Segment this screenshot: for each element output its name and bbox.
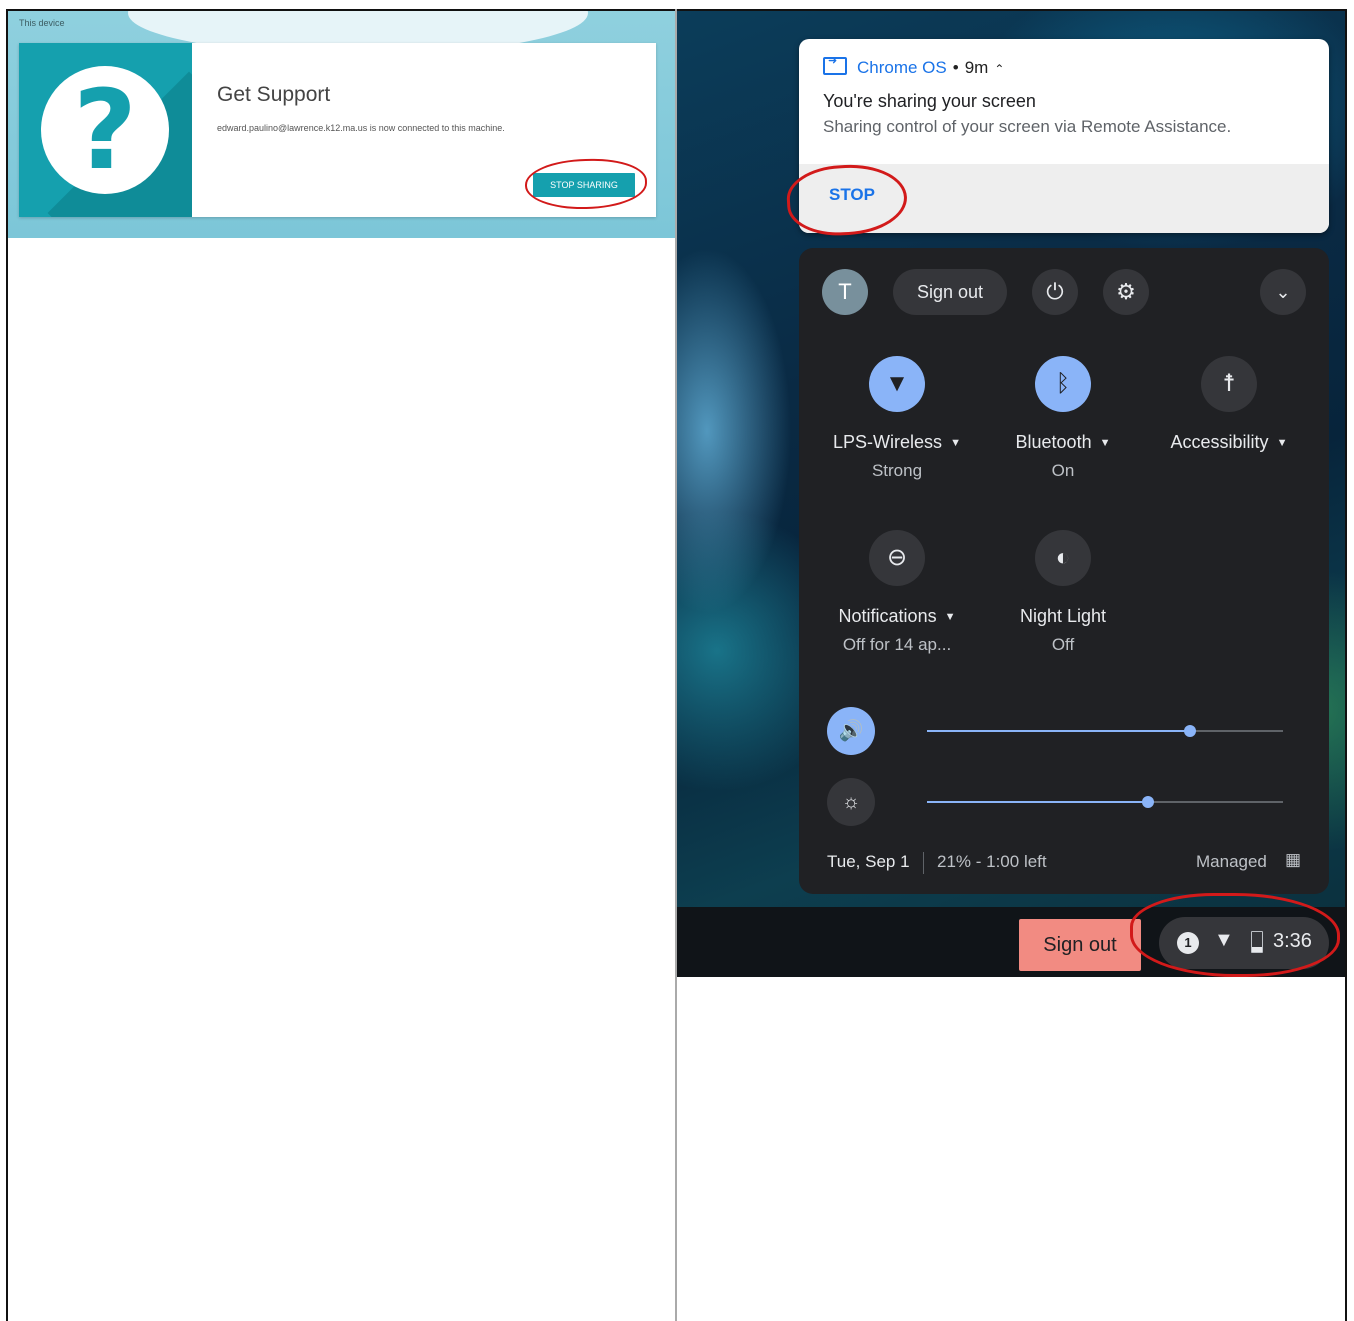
wifi-label: LPS-Wireless bbox=[833, 432, 943, 452]
notification-body: Sharing control of your screen via Remot… bbox=[823, 117, 1232, 136]
notification-title: You're sharing your screen bbox=[823, 91, 1036, 111]
enterprise-building-icon[interactable]: ▦ bbox=[1285, 850, 1301, 870]
bluetooth-icon[interactable]: ᛒ bbox=[1035, 356, 1091, 412]
bluetooth-status: On bbox=[1051, 461, 1075, 480]
night-light-status: Off bbox=[1051, 635, 1075, 654]
card-title: Get Support bbox=[217, 83, 331, 106]
help-icon: ? bbox=[41, 66, 169, 194]
power-icon[interactable]: ⏻ bbox=[1032, 269, 1078, 315]
volume-slider-thumb[interactable] bbox=[1184, 725, 1197, 737]
do-not-disturb-icon[interactable]: ⊖ bbox=[869, 530, 925, 586]
wifi-status: Strong bbox=[871, 461, 923, 480]
annotation-circle-status-tray bbox=[1130, 893, 1340, 977]
collapse-chevron-down-icon[interactable]: ⌄ bbox=[1260, 269, 1306, 315]
brightness-icon[interactable]: ☼ bbox=[827, 778, 875, 826]
volume-icon[interactable]: 🔊 bbox=[827, 707, 875, 755]
accessibility-icon[interactable]: ☨ bbox=[1201, 356, 1257, 412]
footer-divider bbox=[923, 852, 924, 874]
settings-gear-icon[interactable]: ⚙ bbox=[1103, 269, 1149, 315]
notifications-status: Off for 14 ap... bbox=[842, 635, 952, 654]
chromeos-screenshot: Chrome OS • 9m ⌃ You're sharing your screen… bbox=[677, 11, 1345, 977]
notification-header: Chrome OS • 9m ⌃ bbox=[823, 54, 1004, 78]
brightness-slider-thumb[interactable] bbox=[1141, 796, 1154, 808]
battery-status[interactable]: 21% - 1:00 left bbox=[937, 852, 1047, 872]
connection-message: edward.paulino@lawrence.k12.ma.us is now… bbox=[217, 123, 505, 133]
accessibility-menu-arrow-icon[interactable]: ▼ bbox=[1277, 437, 1288, 449]
tile-accessibility[interactable]: ☨ Accessibility ▼ bbox=[1149, 356, 1309, 453]
notification-time: 9m bbox=[964, 58, 989, 77]
quick-settings-panel: T Sign out ⏻ ⚙ ⌄ ▼ LPS-Wireless ▼ Strong … bbox=[799, 248, 1329, 894]
user-avatar[interactable]: T bbox=[822, 269, 868, 315]
wifi-locked-icon[interactable]: ▼ bbox=[869, 356, 925, 412]
collapse-chevron-icon[interactable]: ⌃ bbox=[994, 62, 1004, 76]
tile-notifications[interactable]: ⊖ Notifications ▼ Off for 14 ap... bbox=[817, 530, 977, 655]
sign-out-button[interactable]: Sign out bbox=[893, 269, 1007, 315]
bluetooth-menu-arrow-icon[interactable]: ▼ bbox=[1100, 437, 1111, 449]
wifi-menu-arrow-icon[interactable]: ▼ bbox=[950, 437, 961, 449]
notification-app-name: Chrome OS bbox=[857, 58, 947, 77]
brightness-slider[interactable] bbox=[927, 796, 1283, 808]
section-label: This device bbox=[19, 18, 65, 28]
frame-border-right bbox=[1345, 9, 1347, 1321]
accessibility-label: Accessibility bbox=[1170, 432, 1269, 452]
tile-bluetooth[interactable]: ᛒ Bluetooth ▼ On bbox=[983, 356, 1143, 481]
night-light-label: Night Light bbox=[1019, 606, 1107, 626]
volume-slider[interactable] bbox=[927, 725, 1283, 737]
night-light-icon[interactable]: ◐ bbox=[1035, 530, 1091, 586]
shelf-sign-out-button[interactable]: Sign out bbox=[1019, 919, 1141, 971]
notifications-menu-arrow-icon[interactable]: ▼ bbox=[945, 611, 956, 623]
volume-slider-fill bbox=[927, 730, 1191, 732]
screen-share-icon bbox=[823, 54, 847, 75]
tile-night-light[interactable]: ◐ Night Light Off bbox=[983, 530, 1143, 655]
header-separator: • bbox=[952, 58, 959, 77]
support-icon-tile: ? bbox=[19, 43, 192, 217]
brightness-slider-fill bbox=[927, 801, 1148, 803]
date-label[interactable]: Tue, Sep 1 bbox=[827, 852, 910, 872]
bluetooth-label: Bluetooth bbox=[1015, 432, 1092, 452]
notifications-label: Notifications bbox=[838, 606, 937, 626]
managed-label[interactable]: Managed bbox=[1196, 852, 1267, 872]
tile-wifi[interactable]: ▼ LPS-Wireless ▼ Strong bbox=[817, 356, 977, 481]
